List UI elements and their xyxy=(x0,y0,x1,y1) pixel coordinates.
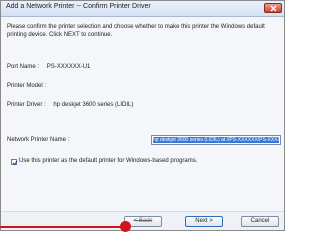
printer-model-row: Printer Model : xyxy=(7,83,52,89)
next-button-label: Next > xyxy=(195,218,213,224)
cancel-button-label: Cancel xyxy=(250,218,270,224)
port-name-label: Port Name : xyxy=(7,64,40,70)
network-printer-name-value: hp deskjet 3600 series (LIDIL) at //PS-X… xyxy=(153,137,279,143)
network-printer-name-input[interactable]: hp deskjet 3600 series (LIDIL) at //PS-X… xyxy=(151,135,281,145)
printer-driver-value: hp deskjet 3600 series (LIDIL) xyxy=(53,102,134,108)
close-icon xyxy=(270,5,277,12)
printer-driver-label: Printer Driver : xyxy=(7,102,46,108)
annotation-pointer-line xyxy=(0,226,124,228)
printer-driver-row: Printer Driver : hp deskjet 3600 series … xyxy=(7,102,133,108)
checkmark-icon xyxy=(12,160,18,166)
screenshot-stage: Add a Network Printer -- Confirm Printer… xyxy=(0,0,288,242)
default-printer-option[interactable]: Use this printer as the default printer … xyxy=(11,158,198,166)
back-button-label: < Back xyxy=(133,218,153,224)
confirm-printer-driver-dialog: Add a Network Printer -- Confirm Printer… xyxy=(0,0,285,231)
network-printer-name-label: Network Printer Name : xyxy=(7,137,70,143)
intro-text: Please confirm the printer selection and… xyxy=(7,24,265,38)
button-bar: < Back Next > Cancel xyxy=(1,211,284,230)
default-printer-checkbox[interactable] xyxy=(11,159,18,166)
title-bar[interactable]: Add a Network Printer -- Confirm Printer… xyxy=(1,1,284,17)
cancel-button[interactable]: Cancel xyxy=(241,216,279,227)
window-title: Add a Network Printer -- Confirm Printer… xyxy=(6,3,151,10)
port-name-value: PS-XXXXXX-U1 xyxy=(46,64,91,70)
annotation-pointer-dot xyxy=(120,221,131,232)
port-name-row: Port Name : PS-XXXXXX-U1 xyxy=(7,64,90,70)
close-button[interactable] xyxy=(264,3,282,13)
printer-model-label: Printer Model : xyxy=(7,83,47,89)
default-printer-label: Use this printer as the default printer … xyxy=(19,158,198,164)
next-button[interactable]: Next > xyxy=(185,216,223,227)
network-printer-name-row: Network Printer Name : xyxy=(7,137,69,143)
